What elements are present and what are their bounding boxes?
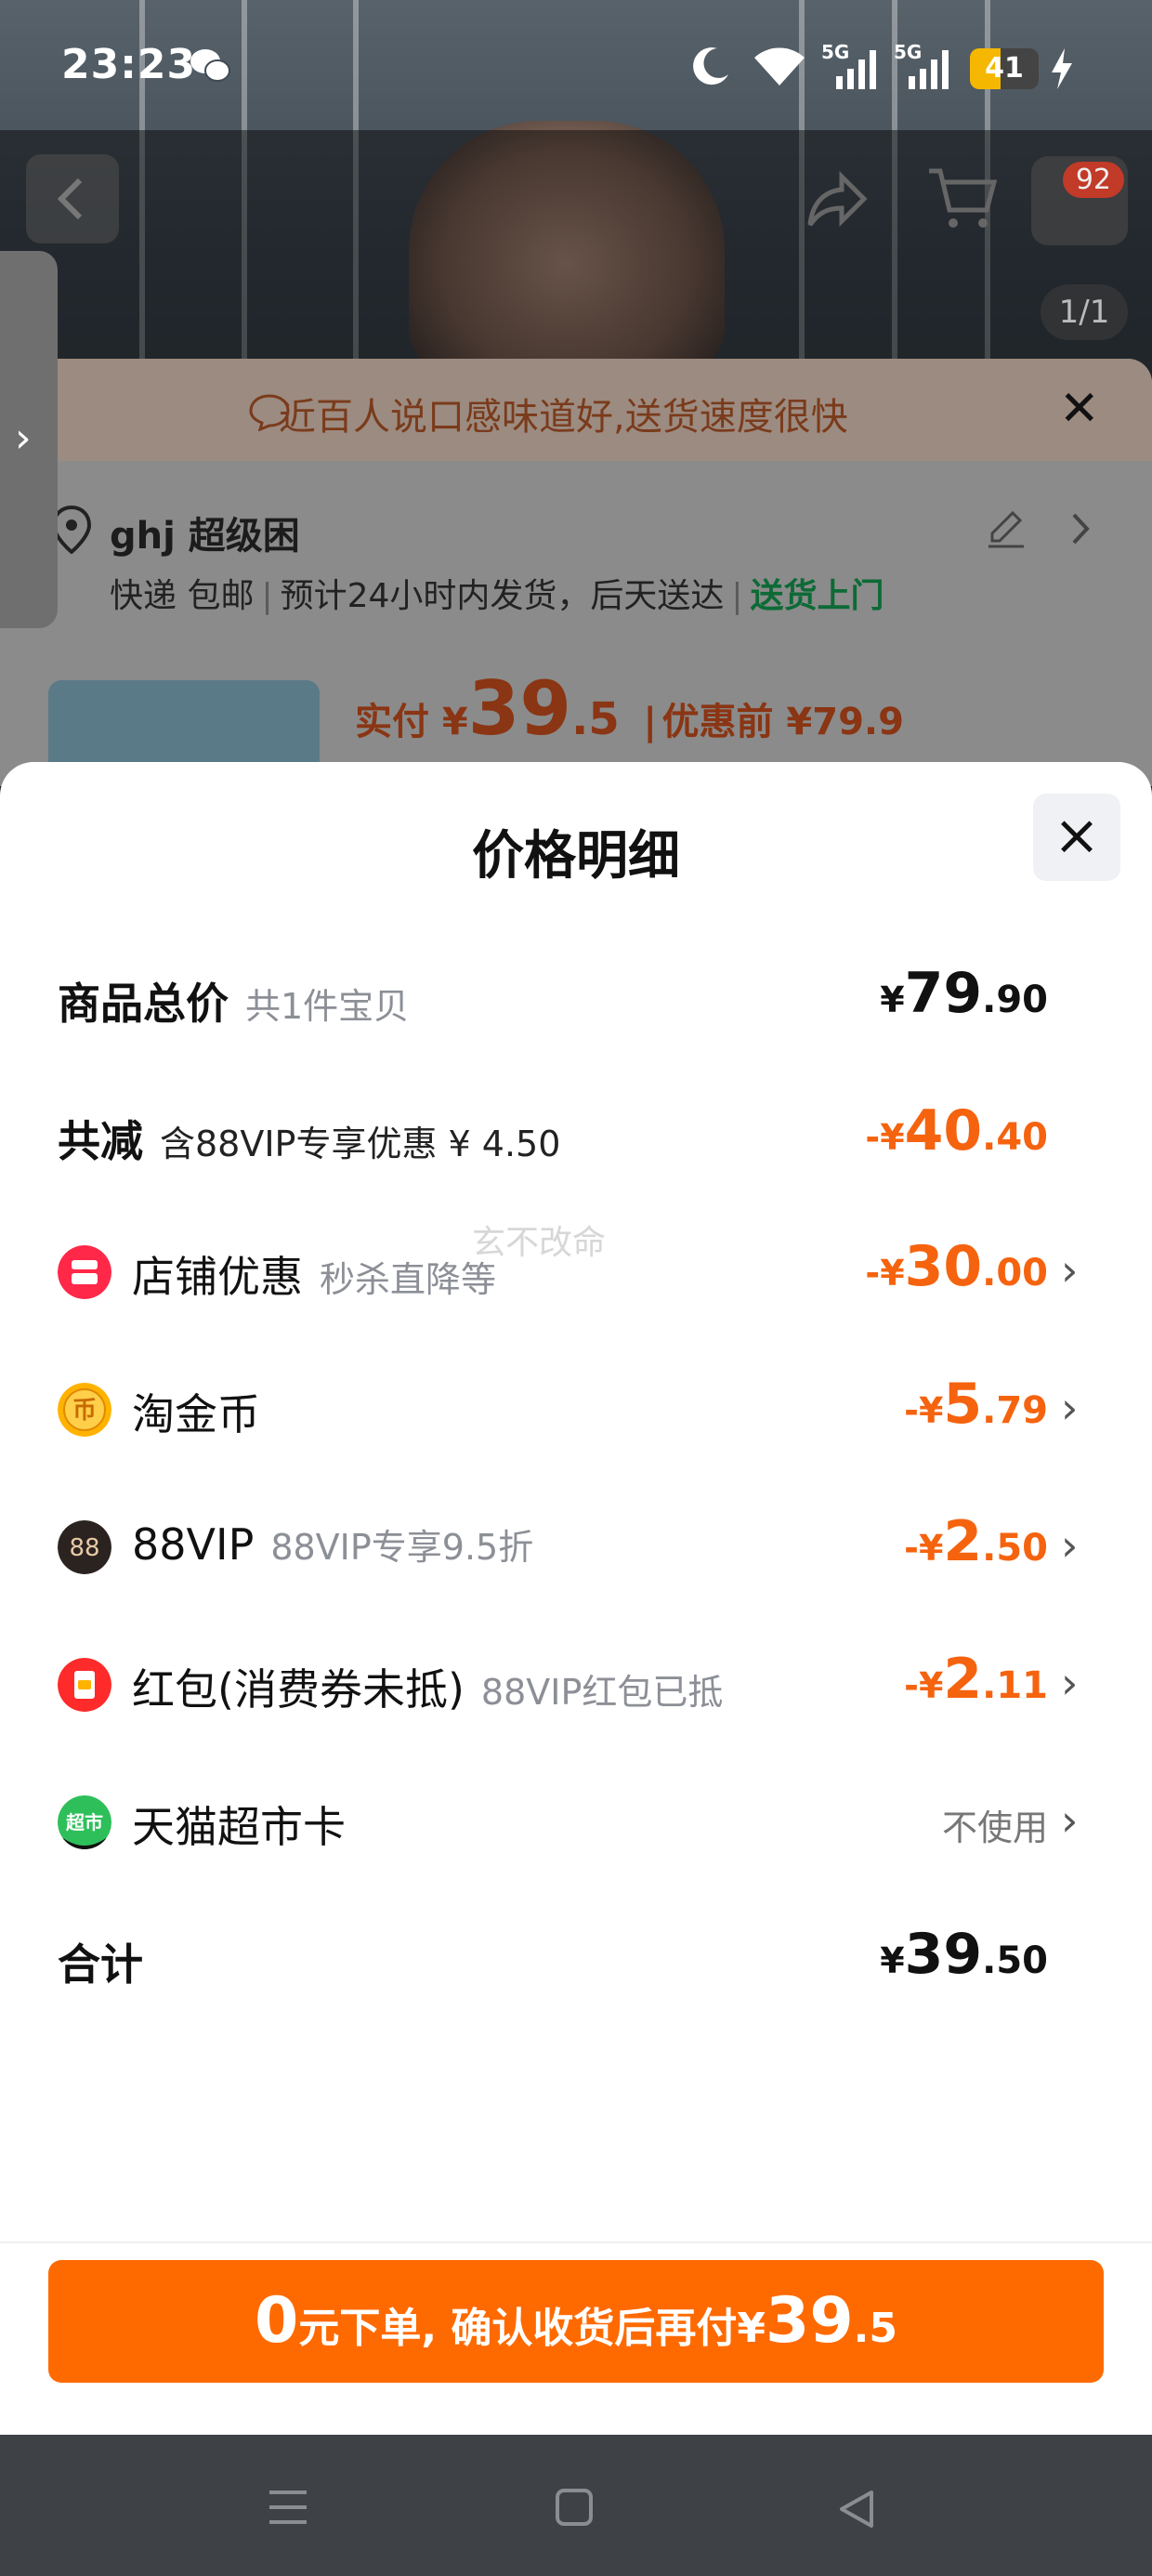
row-taojinbi[interactable]: 币 淘金币 -¥5.79 › bbox=[0, 1364, 1152, 1457]
back-button[interactable] bbox=[26, 154, 119, 243]
paid-frac: .5 bbox=[571, 693, 620, 745]
row-88vip[interactable]: 88 88VIP 88VIP专享9.5折 -¥2.50 › bbox=[0, 1502, 1152, 1595]
status-bar: 23:23 5G 5G 41 bbox=[0, 0, 1152, 130]
wechat-icon bbox=[190, 49, 230, 82]
paid-price: 实付 ¥39.5 | 优惠前 ¥79.9 bbox=[355, 665, 904, 752]
sheet-title: 价格明细 bbox=[472, 826, 680, 887]
moon-icon bbox=[693, 47, 728, 85]
row-label: 合计 bbox=[58, 1939, 143, 1990]
cta-zero: 0 bbox=[255, 2284, 299, 2358]
svg-text:币: 币 bbox=[72, 1397, 97, 1425]
row-amount: -¥5.79 bbox=[904, 1372, 1048, 1437]
store-icon bbox=[58, 1245, 111, 1299]
banner-text: 近百人说口感味道好,送货速度很快 bbox=[279, 396, 848, 439]
close-icon[interactable]: ✕ bbox=[1059, 385, 1100, 433]
row-label: 天猫超市卡 bbox=[132, 1802, 346, 1852]
row-label: 商品总价 共1件宝贝 bbox=[58, 979, 410, 1029]
charging-icon bbox=[1052, 48, 1072, 89]
door-delivery: 送货上门 bbox=[750, 577, 884, 615]
place-order-button[interactable]: 0元下单, 确认收货后再付¥39.5 bbox=[48, 2260, 1104, 2383]
chevron-right-icon: › bbox=[1061, 1520, 1079, 1571]
review-banner: 近百人说口感味道好,送货速度很快 ✕ bbox=[0, 359, 1152, 461]
row-value: 不使用 bbox=[941, 1807, 1048, 1848]
delivery-method: 快递 包邮 bbox=[110, 577, 255, 615]
chevron-left-icon bbox=[57, 177, 83, 220]
coin-icon: 币 bbox=[58, 1383, 111, 1437]
price-before: 优惠前 ¥79.9 bbox=[661, 701, 904, 743]
red-packet-icon bbox=[58, 1658, 111, 1712]
row-store-discount[interactable]: 店铺优惠 秒杀直降等 -¥30.00 › bbox=[0, 1227, 1152, 1320]
wifi-icon bbox=[754, 47, 805, 85]
chevron-right-icon: › bbox=[1061, 1658, 1079, 1708]
price-detail-sheet: 价格明细 × 玄不改命 商品总价 共1件宝贝 ¥79.90 共减 含88VIP专享优… bbox=[0, 762, 1152, 2435]
close-icon: × bbox=[1053, 803, 1101, 868]
cta-frac: .5 bbox=[853, 2305, 897, 2352]
battery-icon: 41 bbox=[970, 48, 1039, 89]
side-drawer-tab[interactable]: › bbox=[0, 251, 58, 628]
cta-text: 元下单, 确认收货后再付 bbox=[298, 2305, 738, 2352]
row-amount: ¥39.50 bbox=[880, 1922, 1048, 1987]
chevron-right-icon: › bbox=[1061, 1383, 1079, 1433]
paid-label: 实付 ¥ bbox=[355, 701, 468, 743]
row-total-goods: 商品总价 共1件宝贝 ¥79.90 bbox=[0, 953, 1152, 1046]
row-label: 88VIP 88VIP专享9.5折 bbox=[132, 1519, 534, 1570]
tmall-supermarket-icon: 超市 bbox=[58, 1795, 111, 1849]
menu-icon[interactable] bbox=[266, 2487, 310, 2528]
image-counter: 1/1 bbox=[1041, 284, 1128, 340]
edit-icon[interactable] bbox=[985, 507, 1028, 550]
row-total-discount: 共减 含88VIP专享优惠 ¥ 4.50 -¥40.40 bbox=[0, 1091, 1152, 1184]
chevron-right-icon: › bbox=[1061, 1245, 1079, 1295]
home-square-icon[interactable] bbox=[554, 2487, 595, 2528]
row-amount: ¥79.90 bbox=[880, 961, 1048, 1026]
row-label: 店铺优惠 秒杀直降等 bbox=[132, 1252, 497, 1302]
row-amount: -¥2.50 bbox=[904, 1509, 1048, 1574]
signal-icon-2 bbox=[909, 50, 949, 89]
chevron-right-icon: › bbox=[15, 414, 32, 462]
back-triangle-icon[interactable] bbox=[836, 2487, 877, 2531]
svg-text:88: 88 bbox=[69, 1534, 99, 1562]
row-tmall-card[interactable]: 超市 天猫超市卡 不使用 › bbox=[0, 1777, 1152, 1870]
chevron-right-icon: › bbox=[1061, 1795, 1079, 1846]
address-name[interactable]: ghj 超级困 bbox=[110, 506, 300, 559]
order-summary-card: 近百人说口感味道好,送货速度很快 ✕ ghj 超级困 快递 包邮 | 预计24小时内… bbox=[0, 359, 1152, 792]
ship-time: 预计24小时内发货，后天送达 bbox=[280, 577, 725, 615]
delivery-info: 快递 包邮 | 预计24小时内发货，后天送达 | 送货上门 bbox=[110, 577, 884, 615]
row-amount: -¥2.11 bbox=[904, 1647, 1048, 1712]
system-nav-bar bbox=[0, 2435, 1152, 2576]
cta-int: 39 bbox=[766, 2284, 854, 2358]
cart-badge-count: 92 bbox=[1062, 162, 1124, 198]
divider bbox=[0, 2241, 1152, 2243]
row-label: 淘金币 bbox=[132, 1389, 260, 1439]
cart-icon[interactable] bbox=[925, 164, 1000, 234]
row-red-packet[interactable]: 红包(消费券未抵) 88VIP红包已抵 -¥2.11 › bbox=[0, 1639, 1152, 1732]
status-time: 23:23 bbox=[61, 41, 197, 88]
row-label: 共减 含88VIP专享优惠 ¥ 4.50 bbox=[58, 1116, 561, 1166]
share-icon[interactable] bbox=[805, 167, 870, 232]
svg-text:超市: 超市 bbox=[65, 1811, 103, 1833]
battery-level: 41 bbox=[985, 52, 1024, 85]
row-grand-total: 合计 ¥39.50 bbox=[0, 1914, 1152, 2007]
cta-currency: ¥ bbox=[737, 2305, 766, 2352]
chevron-right-icon[interactable] bbox=[1067, 509, 1094, 548]
row-amount: -¥40.40 bbox=[865, 1098, 1048, 1163]
paid-int: 39 bbox=[467, 665, 572, 752]
more-button[interactable]: 92 bbox=[1031, 156, 1128, 245]
row-label: 红包(消费券未抵) 88VIP红包已抵 bbox=[132, 1664, 724, 1715]
close-button[interactable]: × bbox=[1033, 794, 1120, 881]
signal-icon-1 bbox=[836, 50, 876, 89]
vip-88-icon: 88 bbox=[58, 1520, 111, 1574]
row-amount: -¥30.00 bbox=[865, 1234, 1048, 1299]
